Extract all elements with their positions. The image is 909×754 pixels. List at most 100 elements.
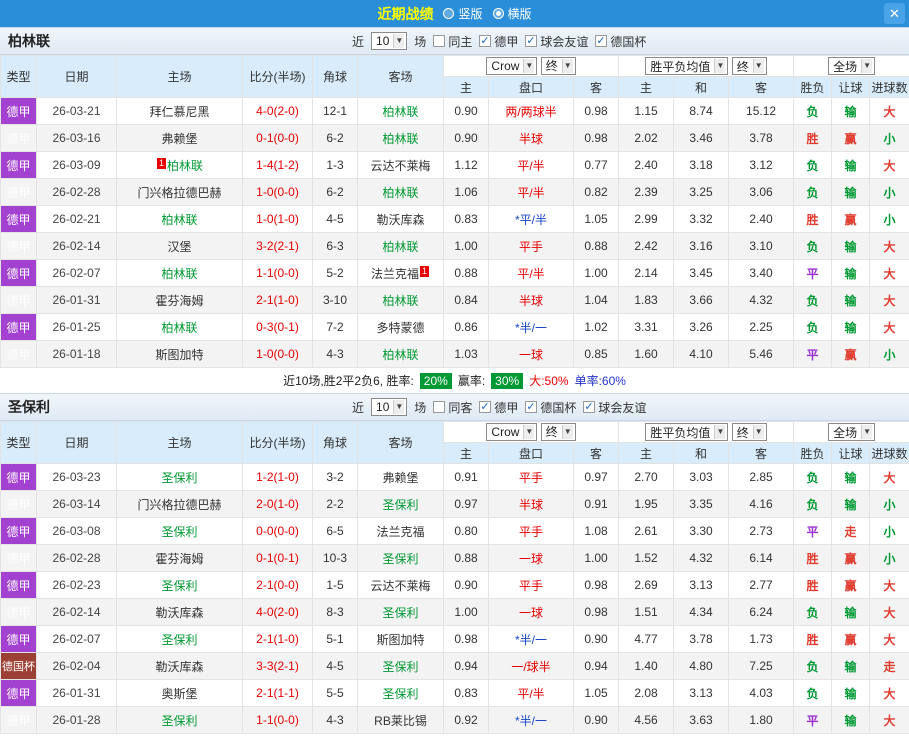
recent-record-window: 近期战绩 竖版 横版 ✕ 柏林联 近 10 ▼ 场 同主 ✓ 德甲 ✓ 球会友谊… <box>0 0 909 754</box>
radio-icon <box>492 8 504 19</box>
corner-score: 5-5 <box>312 679 358 707</box>
home-handicap-odds: 0.84 <box>443 286 489 314</box>
league-type: 德甲 <box>0 463 37 491</box>
match-date: 26-03-16 <box>36 124 117 152</box>
match-row: 德甲 26-02-14 勒沃库森 4-0(2-0) 8-3 圣保利 1.00 一球 0.98 1.… <box>0 598 909 626</box>
match-row: 德甲 26-02-21 柏林联 1-0(1-0) 4-5 勒沃库森 0.83 *平/半 1.05… <box>0 205 909 233</box>
home-team: 圣保利 <box>116 517 243 545</box>
final-odds-select[interactable]: 终 ▼ <box>540 422 576 441</box>
bookmaker-select[interactable]: Crow ▼ <box>486 57 538 76</box>
match-score: 4-0(2-0) <box>242 598 313 626</box>
handicap-result: 输 <box>831 490 871 518</box>
handicap-line: 平/半 <box>488 679 574 707</box>
team-name: 圣保利 <box>382 686 419 701</box>
euro-lose-odds: 2.77 <box>728 571 795 599</box>
checkbox-label: 德国杯 <box>540 400 577 415</box>
home-team: 汉堡 <box>116 232 243 260</box>
filter-checkbox-same-home[interactable]: 同主 <box>433 33 472 50</box>
chevron-down-icon: ▼ <box>752 425 764 439</box>
euro-win-odds: 1.95 <box>618 490 675 518</box>
league-type: 德甲 <box>0 97 37 125</box>
result: 负 <box>793 652 833 680</box>
euro-win-odds: 4.56 <box>618 706 675 734</box>
layout-option-vertical[interactable]: 竖版 <box>443 5 483 22</box>
euro-lose-odds: 2.85 <box>728 463 795 491</box>
chevron-down-icon: ▼ <box>393 34 405 48</box>
final-odds-select[interactable]: 终 ▼ <box>731 423 767 441</box>
select-value: 终 <box>736 425 749 440</box>
scope-select[interactable]: 全场 ▼ <box>828 423 876 441</box>
team-name: 柏林联 <box>161 266 198 281</box>
match-score: 0-0(0-0) <box>242 517 313 545</box>
away-team: 多特蒙德 <box>357 313 444 341</box>
goals-result: 大 <box>869 463 909 491</box>
col-handicap-result: 让球 <box>831 76 871 98</box>
filter-checkbox-friendly[interactable]: 球会友谊 <box>583 399 646 416</box>
final-odds-select[interactable]: 终 ▼ <box>540 56 576 75</box>
col-euro-lose: 客 <box>728 76 795 98</box>
away-team: RB莱比锡 <box>357 706 444 734</box>
team-name: 1 柏林联 <box>156 157 204 173</box>
euro-win-odds: 2.40 <box>618 151 675 179</box>
chevron-down-icon: ▼ <box>714 59 726 73</box>
match-date: 26-03-23 <box>36 463 117 491</box>
close-icon[interactable]: ✕ <box>884 3 905 24</box>
away-team: 法兰克福 <box>357 517 444 545</box>
col-a-odds: 客 <box>572 76 620 98</box>
result-group: 全场 ▼ <box>793 55 909 77</box>
home-team: 圣保利 <box>116 706 243 734</box>
titlebar: 近期战绩 竖版 横版 ✕ <box>0 0 909 27</box>
goals-result: 小 <box>869 205 909 233</box>
filter-checkbox-cup[interactable]: 德国杯 <box>595 33 646 50</box>
euro-win-odds: 1.60 <box>618 340 675 368</box>
corner-score: 4-3 <box>312 706 358 734</box>
league-type: 德甲 <box>0 625 37 653</box>
recent-count-select[interactable]: 10 ▼ <box>371 398 408 416</box>
filter-checkbox-cup[interactable]: 德国杯 <box>525 399 576 416</box>
goals-result: 小 <box>869 544 909 572</box>
recent-count-select[interactable]: 10 ▼ <box>371 32 408 50</box>
match-score: 1-0(1-0) <box>242 205 313 233</box>
match-row: 德甲 26-01-31 霍芬海姆 2-1(1-0) 3-10 柏林联 0.84 半球 1.04 1… <box>0 286 909 314</box>
away-team: 柏林联 <box>357 124 444 152</box>
away-team: 柏林联 <box>357 178 444 206</box>
average-odds-select[interactable]: 胜平负均值 ▼ <box>645 57 729 75</box>
handicap-line: 半球 <box>488 490 574 518</box>
layout-option-horizontal[interactable]: 横版 <box>492 5 532 22</box>
away-handicap-odds: 0.77 <box>572 151 620 179</box>
away-team: 弗赖堡 <box>357 463 444 491</box>
away-team: 柏林联 <box>357 97 444 125</box>
corner-score: 3-10 <box>312 286 358 314</box>
filter-checkbox-bundesliga[interactable]: 德甲 <box>479 33 518 50</box>
euro-win-odds: 1.52 <box>618 544 675 572</box>
section-header: 柏林联 近 10 ▼ 场 同主 德甲 球会友谊 <box>0 27 909 55</box>
checkbox-label: 球会友谊 <box>598 400 647 415</box>
filter-checkbox-friendly[interactable]: 球会友谊 <box>525 33 588 50</box>
corner-score: 6-2 <box>312 178 358 206</box>
section-header: 圣保利 近 10 ▼ 场 同客 德甲 德国杯 <box>0 393 909 421</box>
league-type: 德甲 <box>0 544 37 572</box>
match-score: 4-0(2-0) <box>242 97 313 125</box>
big-rate: 大:50% <box>529 374 569 388</box>
col-result: 胜负 <box>793 76 833 98</box>
filter-checkbox-bundesliga[interactable]: 德甲 <box>479 399 518 416</box>
col-euro-draw: 和 <box>673 76 730 98</box>
match-score: 1-1(0-0) <box>242 259 313 287</box>
euro-lose-odds: 4.32 <box>728 286 795 314</box>
euro-win-odds: 2.02 <box>618 124 675 152</box>
match-row: 德甲 26-03-21 拜仁慕尼黑 4-0(2-0) 12-1 柏林联 0.90 两/两球半 0… <box>0 97 909 125</box>
scope-select[interactable]: 全场 ▼ <box>828 57 876 75</box>
euro-win-odds: 3.31 <box>618 313 675 341</box>
final-odds-select[interactable]: 终 ▼ <box>731 57 767 75</box>
handicap-result: 输 <box>831 97 871 125</box>
average-odds-select[interactable]: 胜平负均值 ▼ <box>645 423 729 441</box>
col-h-odds: 主 <box>443 76 489 98</box>
corner-score: 8-3 <box>312 598 358 626</box>
team-section-union-berlin: 柏林联 近 10 ▼ 场 同主 德甲 球会友谊 <box>0 27 909 393</box>
team-name: 柏林联 <box>161 212 198 227</box>
filter-checkbox-same-away[interactable]: 同客 <box>433 399 472 416</box>
bookmaker-select[interactable]: Crow ▼ <box>486 423 538 442</box>
match-row: 德甲 26-02-14 汉堡 3-2(2-1) 6-3 柏林联 1.00 平手 0.88 2.42… <box>0 232 909 260</box>
team-name: 圣保利 <box>161 632 198 647</box>
team-name: 弗赖堡 <box>382 470 419 485</box>
